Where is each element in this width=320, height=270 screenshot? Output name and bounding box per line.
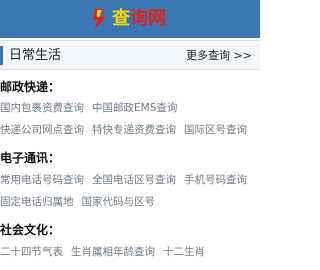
section-title: 日常生活 xyxy=(9,48,62,63)
section-bar: 日常生活 更多查询 >> xyxy=(0,40,260,70)
query-link[interactable]: 国内包裹资费查询 xyxy=(0,102,84,114)
query-link[interactable]: 中国邮政EMS查询 xyxy=(92,102,177,114)
logo-text: 查询网 xyxy=(112,7,166,31)
query-link[interactable]: 固定电话归属地 xyxy=(0,196,74,208)
query-link[interactable]: 生肖属相年龄查询 xyxy=(71,246,155,258)
query-link[interactable]: 常用电话号码查询 xyxy=(0,174,84,186)
lightning-bolt-icon xyxy=(88,7,112,31)
category-title: 邮政快递： xyxy=(0,80,61,94)
category-title: 社会文化： xyxy=(0,223,61,237)
site-logo[interactable]: 查询网 xyxy=(88,6,166,32)
query-link[interactable]: 手机号码查询 xyxy=(184,174,247,186)
logo-char-3: 网 xyxy=(148,8,166,29)
link-row: 二十四节气表 生肖属相年龄查询 十二生肖 xyxy=(0,245,213,259)
logo-char-2: 询 xyxy=(130,8,148,29)
link-row: 快递公司网点查询 特快专递资费查询 国际区号查询 xyxy=(0,123,255,137)
link-row: 固定电话归属地 国家代码与区号 xyxy=(0,195,163,209)
query-link[interactable]: 十二生肖 xyxy=(163,246,205,258)
query-link[interactable]: 国家代码与区号 xyxy=(82,196,156,208)
link-row: 国内包裹资费查询 中国邮政EMS查询 xyxy=(0,101,185,115)
query-link[interactable]: 二十四节气表 xyxy=(0,246,63,258)
category-title: 电子通讯： xyxy=(0,151,61,165)
query-link[interactable]: 全国电话区号查询 xyxy=(92,174,176,186)
more-queries-link[interactable]: 更多查询 >> xyxy=(186,48,252,64)
query-link[interactable]: 特快专递资费查询 xyxy=(92,124,176,136)
logo-char-1: 查 xyxy=(112,8,130,29)
query-link[interactable]: 国际区号查询 xyxy=(184,124,247,136)
header-bar: 查询网 xyxy=(0,0,260,38)
query-link[interactable]: 快递公司网点查询 xyxy=(0,124,84,136)
section-accent xyxy=(0,46,3,65)
link-row: 常用电话号码查询 全国电话区号查询 手机号码查询 xyxy=(0,173,255,187)
